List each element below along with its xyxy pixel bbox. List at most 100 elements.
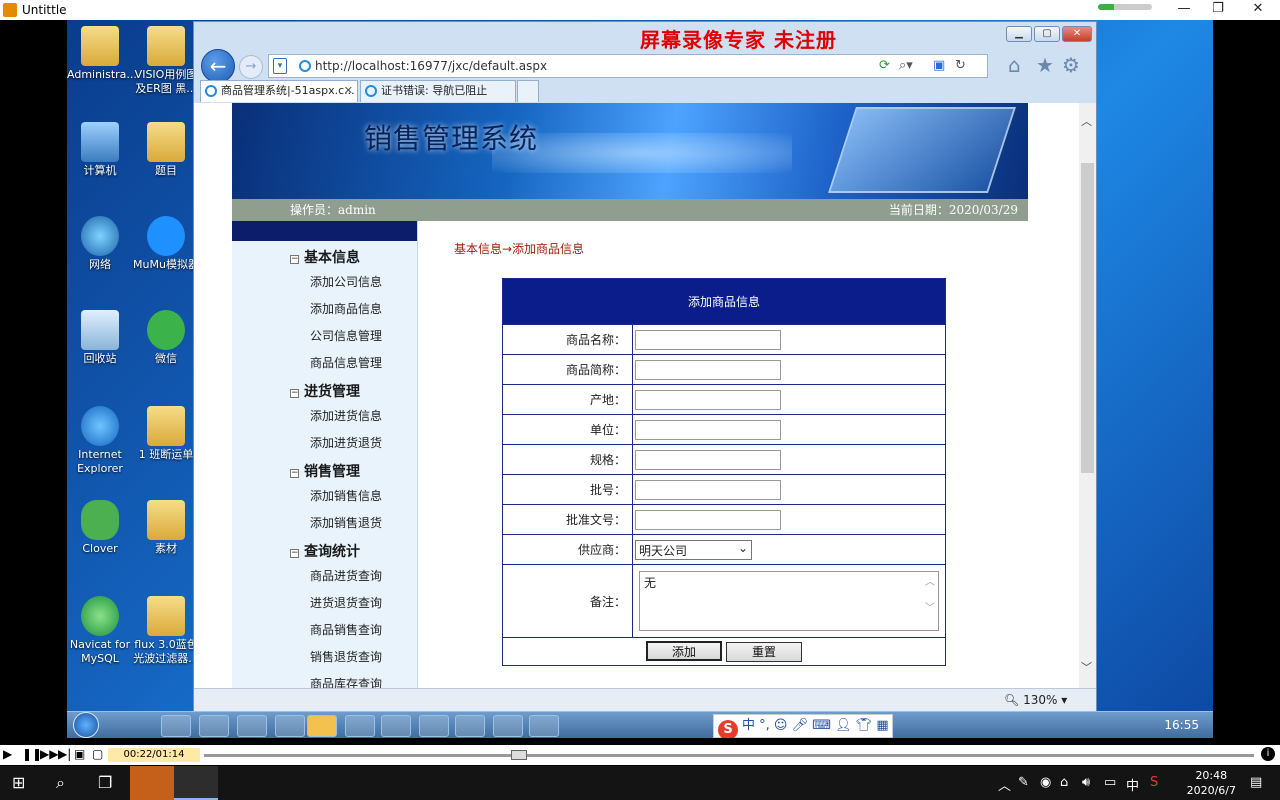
taskbar-recorder-icon[interactable] bbox=[307, 715, 337, 737]
network-icon[interactable]: ⌂ bbox=[1060, 775, 1068, 790]
goods-field-input[interactable] bbox=[635, 509, 781, 530]
collapse-minus-icon[interactable]: − bbox=[290, 389, 299, 398]
taskbar-teamviewer-icon[interactable] bbox=[455, 715, 485, 737]
fullscreen-icon[interactable]: ▣ bbox=[74, 747, 85, 761]
seek-track[interactable] bbox=[204, 754, 1254, 757]
goods-field-input[interactable] bbox=[635, 419, 781, 440]
desktop-icon[interactable]: 微信 bbox=[133, 310, 199, 366]
search-icon[interactable]: ⌕ bbox=[56, 773, 65, 793]
sidebar-menu-item[interactable]: 商品进货查询 bbox=[310, 567, 382, 584]
sidebar-menu-item[interactable]: 进货退货查询 bbox=[310, 594, 382, 611]
search-icon[interactable]: ⌕▾ bbox=[899, 58, 913, 73]
desktop-icon[interactable]: Administra... bbox=[67, 26, 137, 82]
menu-group[interactable]: − 销售管理 bbox=[290, 461, 360, 481]
desktop-icon[interactable]: Navicat for MySQL bbox=[67, 596, 133, 666]
menu-group[interactable]: − 进货管理 bbox=[290, 381, 360, 401]
certificate-icon[interactable]: ▣ bbox=[933, 58, 945, 73]
supplier-select[interactable]: 明天公司 ⌄ bbox=[635, 539, 752, 560]
desktop-icon[interactable]: 计算机 bbox=[67, 122, 133, 178]
reload-icon[interactable]: ↻ bbox=[955, 58, 966, 73]
tray-expand-icon[interactable]: ︿ bbox=[998, 775, 1011, 794]
desktop-icon[interactable]: 题目 bbox=[133, 122, 199, 178]
memo-textarea[interactable]: 无 ︿ ﹀ bbox=[639, 571, 939, 631]
host-clock[interactable]: 20:48 2020/6/7 bbox=[1187, 768, 1236, 798]
taskbar-app-icon[interactable] bbox=[237, 715, 267, 737]
address-bar[interactable]: ▾ http://localhost:16977/jxc/default.asp… bbox=[268, 54, 988, 78]
next-frame-icon[interactable]: ▶| bbox=[58, 747, 71, 761]
tray-app-icon[interactable]: ▭ bbox=[1104, 775, 1116, 790]
sidebar-menu-item[interactable]: 销售退货查询 bbox=[310, 648, 382, 665]
collapse-minus-icon[interactable]: − bbox=[290, 469, 299, 478]
goods-field-input[interactable] bbox=[635, 359, 781, 380]
sogou-ime-bar[interactable]: S中 °, ☺ 🎤︎ ⌨ 👤︎ 👕︎ ▦ bbox=[713, 714, 893, 738]
volume-icon[interactable]: 🔊︎ bbox=[1082, 775, 1090, 790]
taskbar-app-icon[interactable] bbox=[381, 715, 411, 737]
collapse-minus-icon[interactable]: − bbox=[290, 255, 299, 264]
desktop-icon[interactable]: 1 班断运单 bbox=[133, 406, 199, 462]
desktop-icon[interactable]: Internet Explorer bbox=[67, 406, 133, 476]
sidebar-menu-item[interactable]: 添加进货信息 bbox=[310, 407, 382, 424]
taskbar-tools-icon[interactable] bbox=[419, 715, 449, 737]
goods-field-input[interactable] bbox=[635, 389, 781, 410]
info-icon[interactable]: i bbox=[1261, 747, 1275, 761]
tab-certificate-error[interactable]: 证书错误: 导航已阻止 bbox=[360, 80, 516, 102]
scroll-up-icon[interactable]: ︿ bbox=[1081, 113, 1092, 129]
new-tab-button[interactable] bbox=[517, 80, 539, 102]
sidebar-menu-item[interactable]: 添加商品信息 bbox=[310, 300, 382, 317]
sidebar-menu-item[interactable]: 添加销售信息 bbox=[310, 487, 382, 504]
tab-goods-management[interactable]: 商品管理系统|-51aspx.c... ✕ bbox=[200, 80, 358, 102]
zoom-level[interactable]: 🔍︎ 130% ▾ bbox=[1004, 693, 1067, 707]
desktop-icon[interactable]: 网络 bbox=[67, 216, 133, 272]
tray-app-icon[interactable]: ◉ bbox=[1040, 775, 1051, 790]
snapshot-icon[interactable]: ▢ bbox=[92, 747, 103, 761]
favorites-star-icon[interactable]: ★ bbox=[1036, 53, 1054, 77]
page-scrollbar[interactable]: ︿ ﹀ bbox=[1079, 103, 1096, 688]
player-restore-button[interactable]: ❐ bbox=[1204, 1, 1232, 19]
desktop-icon[interactable]: 素材 bbox=[133, 500, 199, 556]
taskbar-player-icon[interactable] bbox=[130, 766, 174, 800]
sidebar-menu-item[interactable]: 添加进货退货 bbox=[310, 434, 382, 451]
reset-button[interactable]: 重置 bbox=[726, 642, 802, 662]
settings-gear-icon[interactable]: ⚙ bbox=[1062, 53, 1080, 77]
taskbar-excel-icon[interactable] bbox=[345, 715, 375, 737]
compat-view-icon[interactable]: ▾ bbox=[273, 58, 287, 74]
taskbar-app-icon[interactable] bbox=[529, 715, 559, 737]
collapse-minus-icon[interactable]: − bbox=[290, 549, 299, 558]
goods-field-input[interactable] bbox=[635, 329, 781, 350]
taskbar-app-icon[interactable] bbox=[493, 715, 523, 737]
browser-maximize-button[interactable]: ▢ bbox=[1034, 26, 1060, 42]
desktop-icon[interactable]: VISIO用例图及ER图 黑... bbox=[133, 26, 199, 96]
tray-app-icon[interactable]: ✎ bbox=[1018, 775, 1029, 790]
player-minimize-button[interactable]: — bbox=[1170, 1, 1198, 19]
add-button[interactable]: 添加 bbox=[646, 641, 722, 661]
task-view-icon[interactable]: ❐ bbox=[98, 773, 112, 792]
scroll-down-icon[interactable]: ﹀ bbox=[1081, 659, 1092, 675]
play-icon[interactable]: ▶ bbox=[3, 747, 12, 761]
ime-indicator[interactable]: 中 bbox=[1126, 775, 1139, 794]
forward-arrow-icon[interactable]: → bbox=[239, 55, 263, 79]
browser-minimize-button[interactable]: ▁ bbox=[1006, 26, 1032, 42]
taskbar-app-icon[interactable] bbox=[275, 715, 305, 737]
menu-group[interactable]: − 查询统计 bbox=[290, 541, 360, 561]
home-icon[interactable]: ⌂ bbox=[1008, 53, 1021, 77]
address-url[interactable]: http://localhost:16977/jxc/default.aspx bbox=[315, 59, 547, 73]
taskbar-word-icon[interactable] bbox=[199, 715, 229, 737]
desktop-icon[interactable]: flux 3.0蓝色光波过滤器... bbox=[133, 596, 199, 666]
browser-close-button[interactable]: ✕ bbox=[1062, 26, 1092, 42]
goods-field-input[interactable] bbox=[635, 479, 781, 500]
scroll-thumb[interactable] bbox=[1081, 163, 1094, 473]
player-close-button[interactable]: ✕ bbox=[1244, 1, 1272, 19]
desktop-icon[interactable]: MuMu模拟器 bbox=[133, 216, 199, 272]
tab-close-icon[interactable]: ✕ bbox=[344, 81, 353, 101]
refresh-compat-icon[interactable]: ⟳ bbox=[879, 58, 890, 73]
taskbar-ie-icon[interactable] bbox=[161, 715, 191, 737]
windows-logo-icon[interactable]: ⊞ bbox=[12, 773, 25, 792]
taskbar-video-icon[interactable] bbox=[174, 766, 218, 800]
sidebar-menu-item[interactable]: 商品库存查询 bbox=[310, 675, 382, 688]
desktop-icon[interactable]: Clover bbox=[67, 500, 133, 556]
goods-field-input[interactable] bbox=[635, 449, 781, 470]
sidebar-menu-item[interactable]: 添加公司信息 bbox=[310, 273, 382, 290]
desktop-icon[interactable]: 回收站 bbox=[67, 310, 133, 366]
sidebar-menu-item[interactable]: 商品信息管理 bbox=[310, 354, 382, 371]
seek-knob[interactable] bbox=[511, 750, 527, 760]
